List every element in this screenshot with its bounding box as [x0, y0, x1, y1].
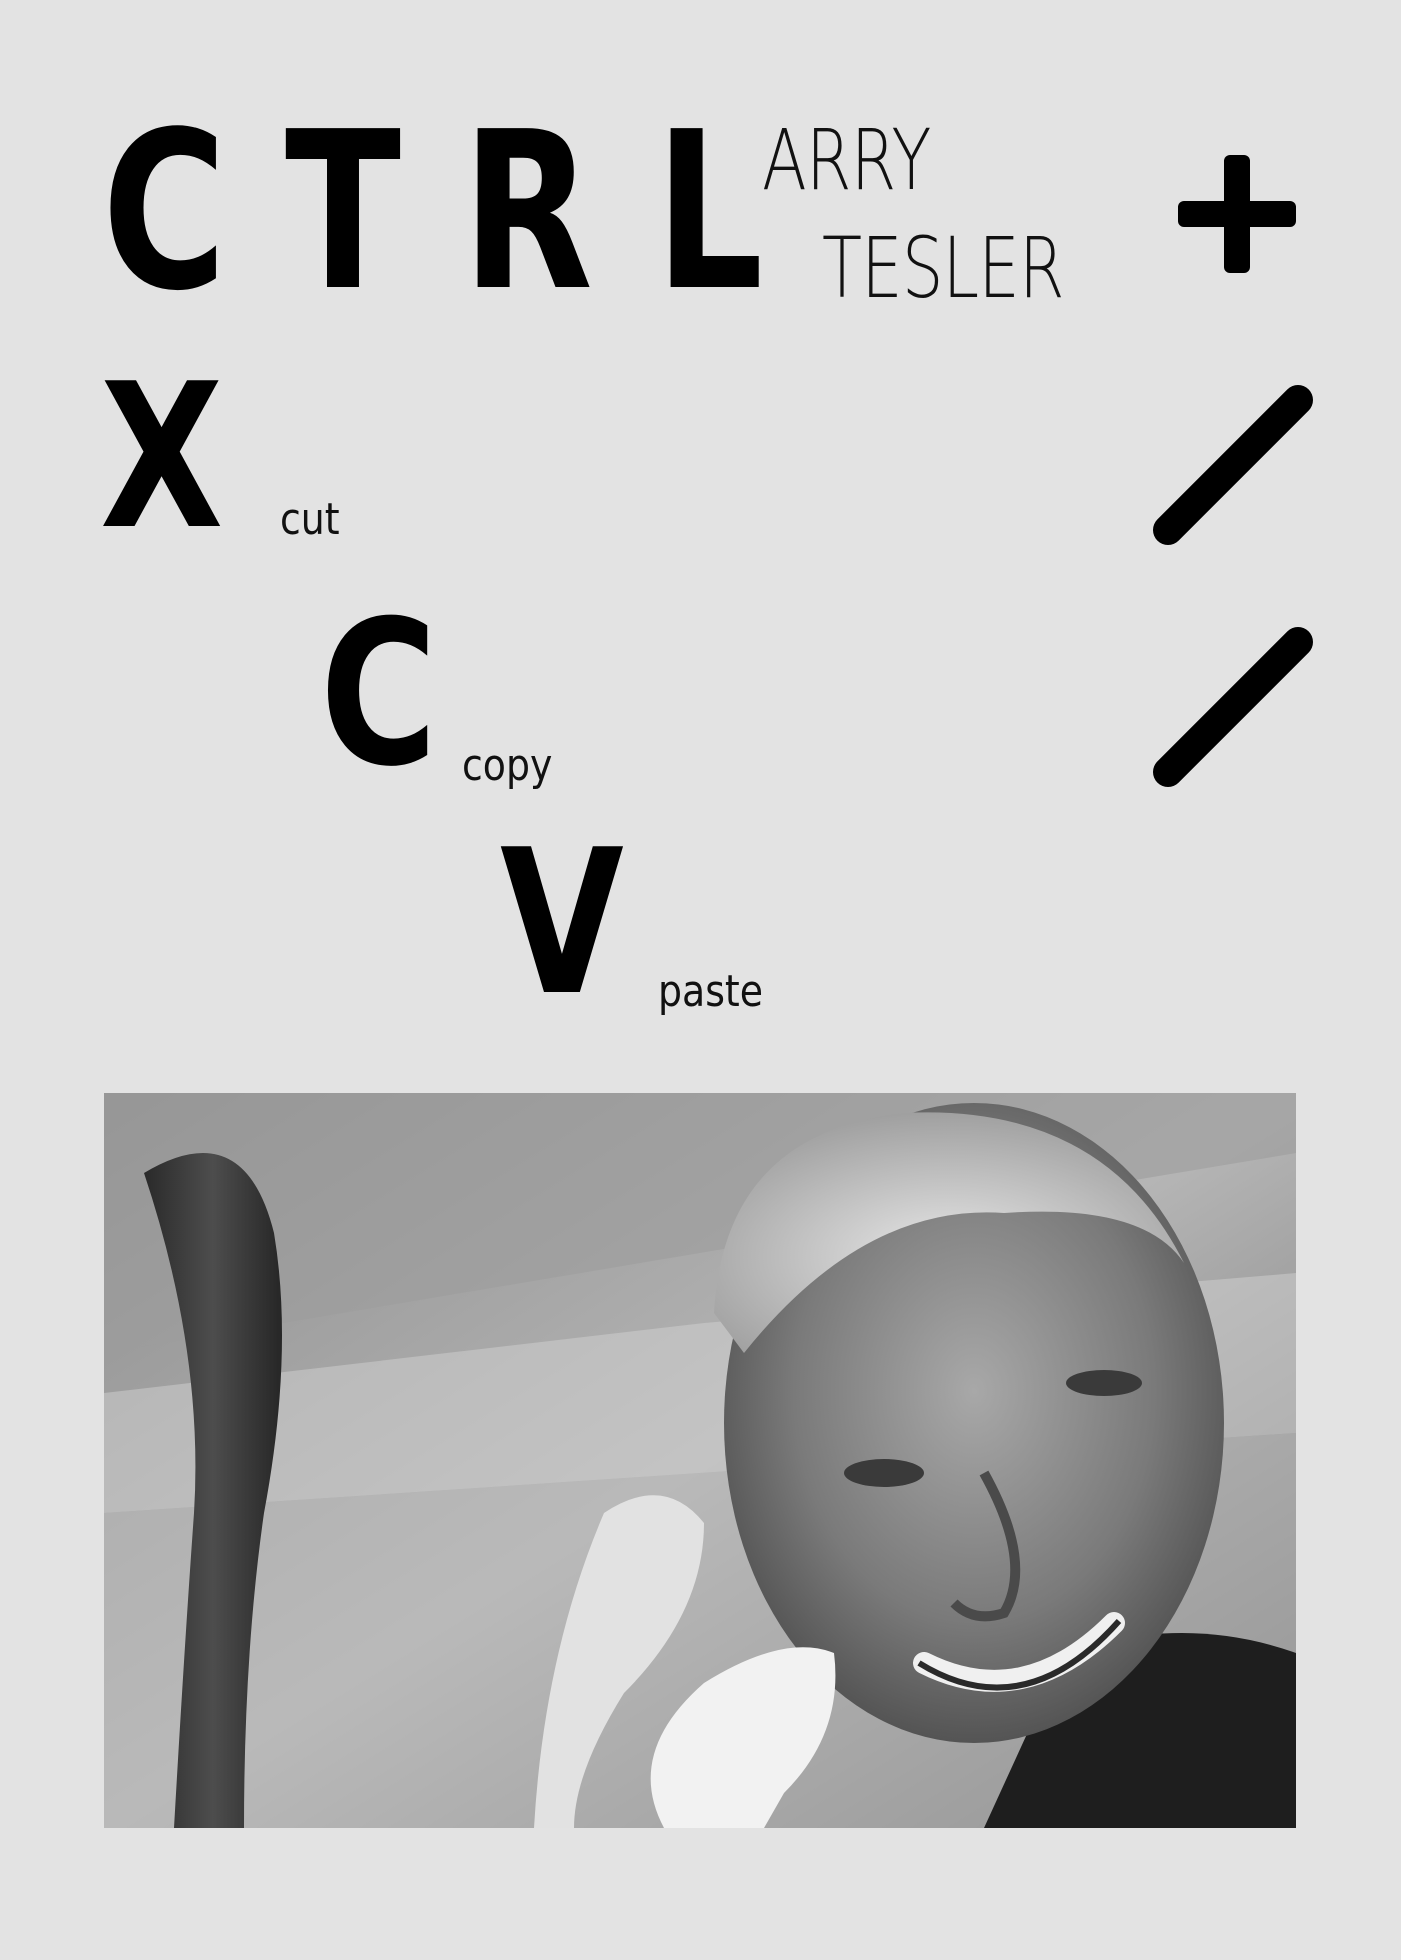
shortcut-label-paste: paste	[658, 966, 764, 1017]
ctrl-letter-c: C	[102, 86, 227, 339]
portrait-photo	[104, 1093, 1296, 1828]
ctrl-letter-l: L	[655, 86, 764, 339]
ctrl-letter-t: T	[285, 86, 402, 339]
slash-icon	[1153, 385, 1313, 545]
shortcut-key-x: X	[100, 341, 224, 574]
name-line-first: ARRY	[762, 111, 931, 209]
portrait-illustration	[104, 1093, 1296, 1828]
slash-icon	[1153, 627, 1313, 787]
shortcut-key-c: C	[320, 578, 438, 811]
plus-icon	[1178, 155, 1296, 273]
name-line-last: TESLER	[822, 219, 1065, 317]
shortcut-label-cut: cut	[280, 494, 340, 545]
shortcut-key-v: V	[500, 807, 624, 1040]
ctrl-letter-r: R	[462, 86, 593, 339]
shortcut-label-copy: copy	[462, 740, 553, 791]
